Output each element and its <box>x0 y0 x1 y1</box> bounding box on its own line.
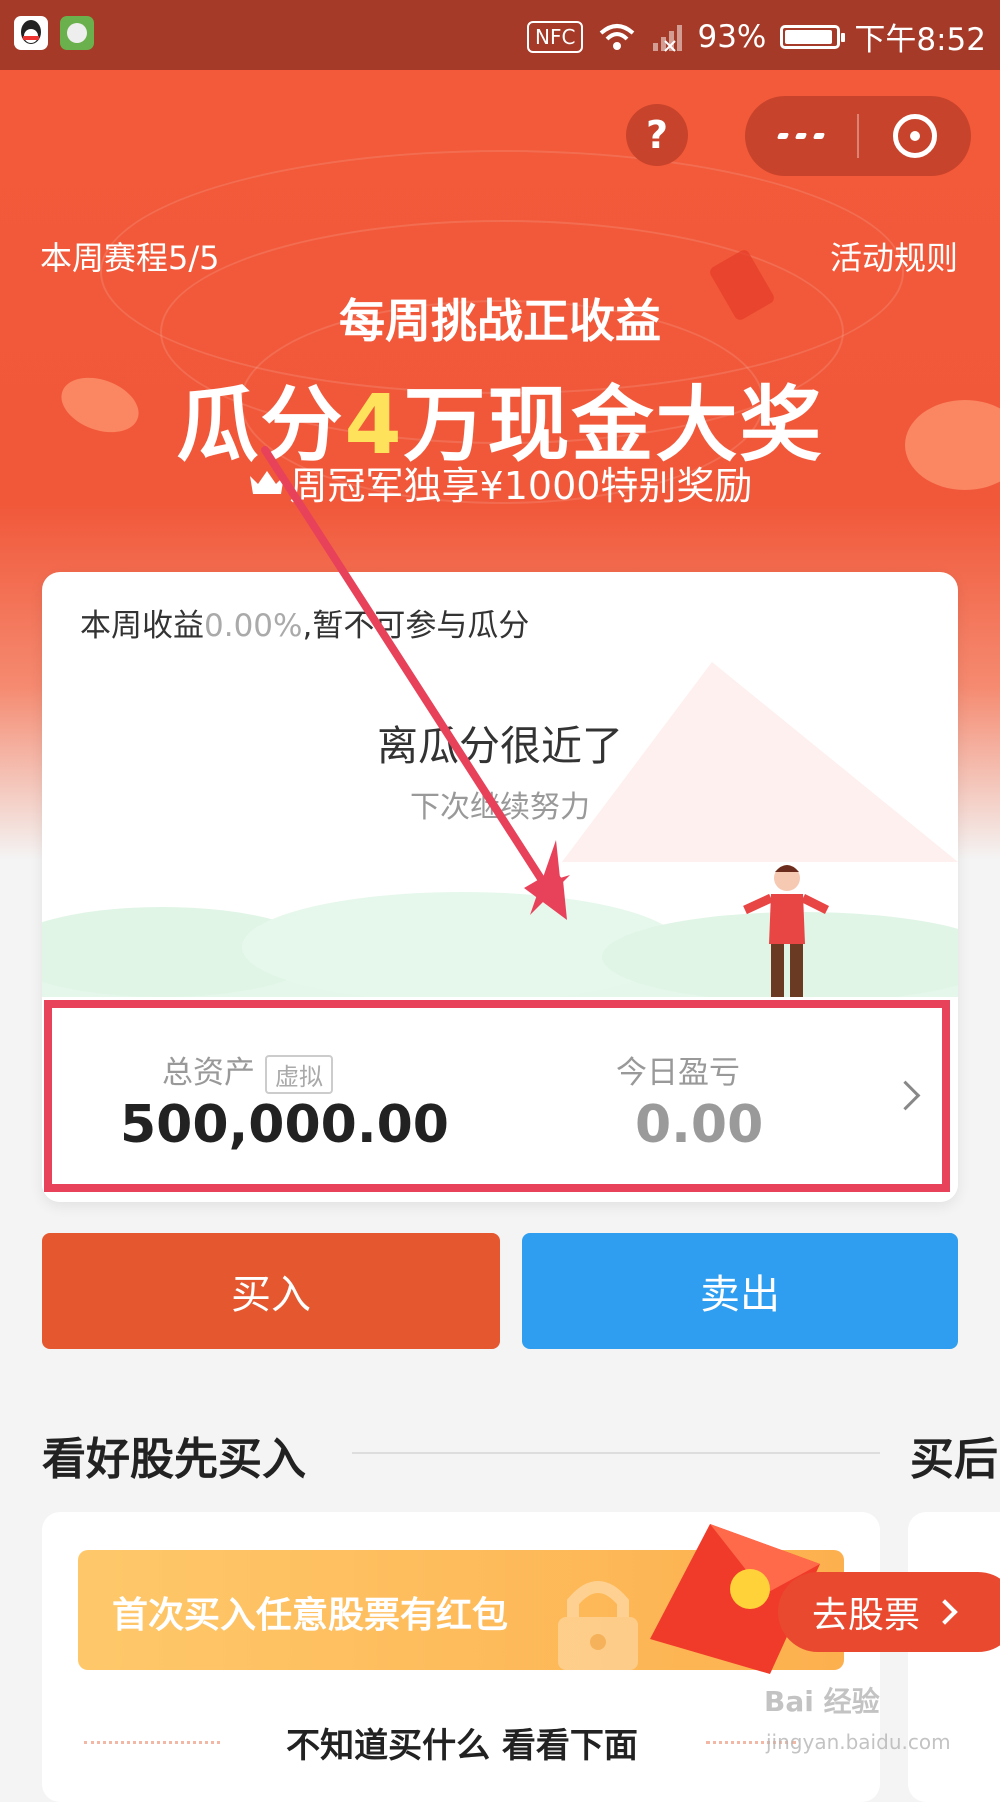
close-miniprogram-button[interactable] <box>859 114 971 158</box>
buy-button[interactable]: 买入 <box>42 1233 500 1349</box>
section-divider <box>352 1452 880 1454</box>
banner-line3: 周冠军独享¥1000特别奖励 <box>0 455 1000 510</box>
highlight-box <box>44 1000 950 1192</box>
person-illustration <box>743 865 830 1006</box>
lock-icon <box>558 1581 638 1670</box>
wifi-icon <box>600 23 635 50</box>
status-title: 离瓜分很近了 <box>377 722 623 770</box>
chevron-right-icon <box>932 1599 958 1625</box>
watermark-url: jingyan.baidu.com <box>766 1730 951 1754</box>
signal-icon <box>653 24 683 52</box>
sell-button[interactable]: 卖出 <box>522 1233 958 1349</box>
miniprogram-capsule <box>745 96 971 176</box>
activity-rules-link[interactable]: 活动规则 <box>830 233 958 279</box>
battery-percent: 93% <box>697 18 767 55</box>
qq-app-icon <box>14 16 48 50</box>
promo-text: 首次买入任意股票有红包 <box>112 1595 509 1636</box>
banner-line1: 每周挑战正收益 <box>339 294 661 348</box>
weekly-return: 本周收益0.00%,暂不可参与瓜分 <box>80 608 530 644</box>
week-progress: 本周赛程5/5 <box>40 239 220 277</box>
section-title: 看好股先买入 <box>42 1434 306 1485</box>
clock: 下午8:52 <box>854 22 986 58</box>
close-target-icon <box>893 114 937 158</box>
question-icon: ? <box>645 113 669 157</box>
section-title-next: 买后 <box>910 1434 998 1485</box>
help-button[interactable]: ? <box>626 104 688 166</box>
status-bar: NFC 93% 下午8:52 <box>0 0 1000 70</box>
crown-icon <box>249 470 284 494</box>
go-stocks-button[interactable]: 去股票 <box>778 1572 1000 1652</box>
watermark-brand: Bai 经验 <box>764 1685 880 1718</box>
status-subtitle: 下次继续努力 <box>410 790 590 825</box>
app-notification-icon <box>60 16 94 50</box>
more-options-button[interactable] <box>745 133 857 139</box>
nfc-indicator: NFC <box>527 20 584 53</box>
battery-icon <box>780 24 846 49</box>
